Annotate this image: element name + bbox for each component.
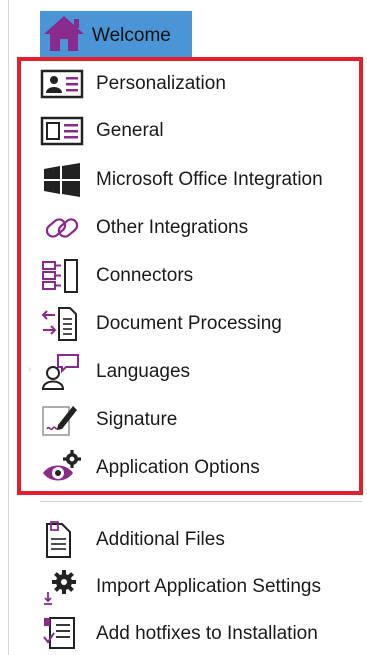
speech-person-icon [40,353,84,391]
nav-item-other-integrations[interactable]: Other Integrations [40,208,248,248]
hotfix-list-icon [40,615,84,653]
nav-item-import-settings[interactable]: Import Application Settings [40,567,321,607]
nav-item-label: Languages [96,361,191,382]
nav-item-general[interactable]: General [40,111,164,151]
navigation-panel: › Welcome Personalization General Micros… [0,0,367,655]
nav-item-welcome[interactable]: Welcome [40,11,192,60]
nav-item-label: Document Processing [96,313,282,334]
nav-item-personalization[interactable]: Personalization [40,64,226,104]
nav-item-label: Microsoft Office Integration [96,169,323,190]
nav-item-label: Connectors [96,265,194,286]
gear-import-icon [40,568,84,606]
files-icon [40,521,84,559]
section-divider [40,501,362,502]
nav-item-label: General [96,120,164,141]
nav-item-connectors[interactable]: Connectors [40,256,193,296]
nav-item-add-hotfixes[interactable]: Add hotfixes to Installation [40,614,318,654]
nav-item-label: Import Application Settings [96,576,321,597]
connectors-icon [40,257,84,295]
home-icon [42,13,86,58]
chain-link-icon [40,209,84,247]
nav-item-label: Personalization [96,73,226,94]
nav-item-label: Application Options [96,457,260,478]
nav-item-office-integration[interactable]: Microsoft Office Integration [40,160,323,200]
nav-item-additional-files[interactable]: Additional Files [40,520,225,560]
nav-item-label: Other Integrations [96,217,249,238]
nav-item-document-processing[interactable]: Document Processing [40,304,282,344]
nav-item-application-options[interactable]: Application Options [40,448,260,488]
panel-border [8,0,9,655]
eye-gear-icon [40,449,84,487]
nav-item-label: Welcome [92,24,171,46]
windows-logo-icon [40,161,84,199]
nav-item-label: Additional Files [96,529,225,550]
pen-signature-icon [40,401,84,439]
document-arrows-icon [40,305,84,343]
nav-item-label: Signature [96,409,178,430]
user-card-icon [40,65,84,103]
nav-item-signature[interactable]: Signature [40,400,177,440]
general-settings-icon [40,112,84,150]
nav-item-label: Add hotfixes to Installation [96,623,318,644]
nav-item-languages[interactable]: Languages [40,352,190,392]
